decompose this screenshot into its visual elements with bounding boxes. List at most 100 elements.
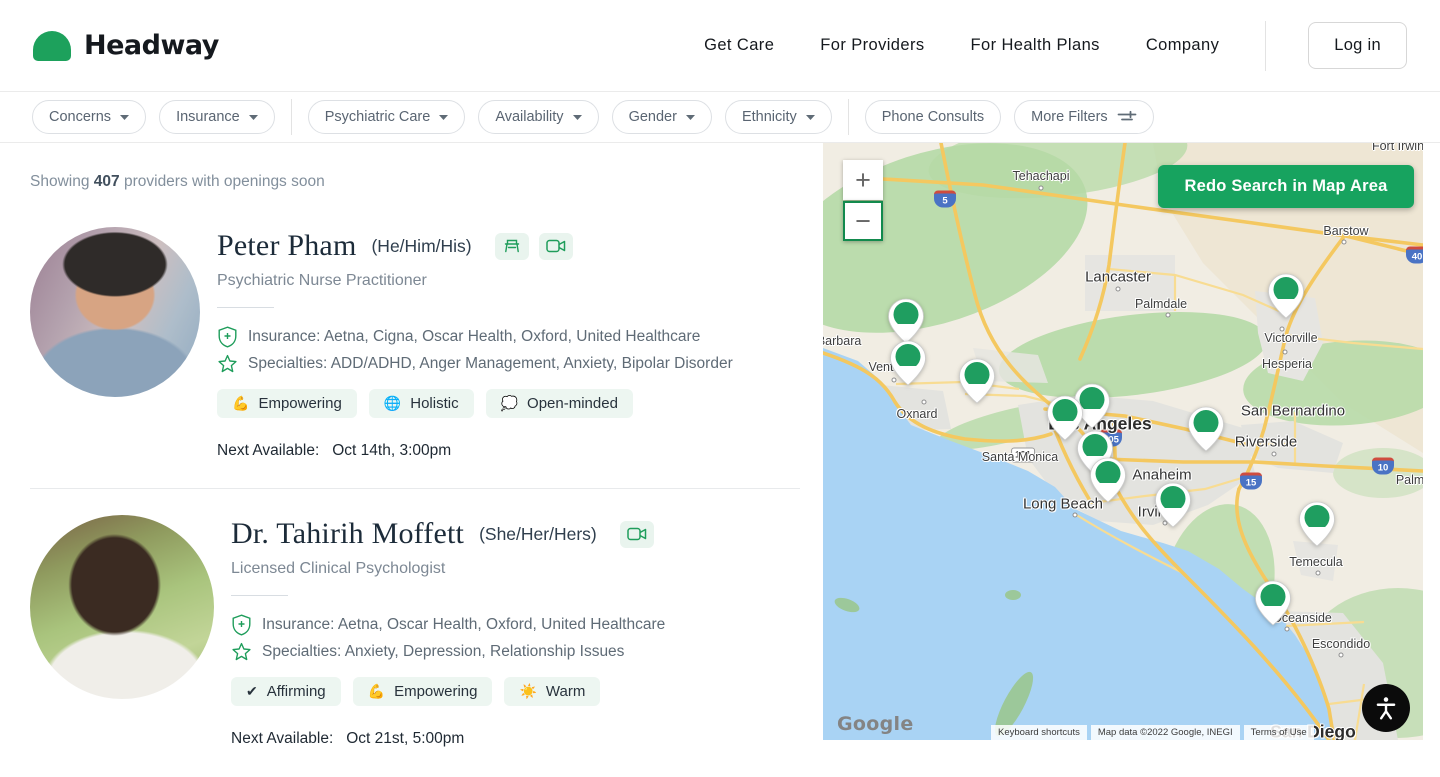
accessibility-person-icon: [1373, 695, 1399, 721]
results-summary: Showing 407 providers with openings soon: [30, 173, 823, 191]
zoom-out-button[interactable]: −: [843, 201, 883, 241]
session-badges: [620, 521, 654, 548]
zoom-in-button[interactable]: +: [843, 160, 883, 200]
headway-search-page: Headway Get Care For Providers For Healt…: [0, 0, 1440, 777]
provider-name-row: Peter Pham (He/Him/His): [217, 229, 733, 263]
city-dot: [1272, 452, 1277, 457]
city-label: Barstow: [1323, 224, 1368, 238]
provider-title: Psychiatric Nurse Practitioner: [217, 272, 733, 290]
provider-photo[interactable]: [30, 515, 214, 699]
city-label: Santa Barbara: [823, 334, 861, 348]
filter-concerns[interactable]: Concerns: [32, 100, 146, 134]
provider-card[interactable]: Peter Pham (He/Him/His): [30, 227, 823, 460]
tag-affirming: ✔Affirming: [231, 677, 341, 706]
chevron-down-icon: [249, 115, 258, 120]
map-data-credit: Map data ©2022 Google, INEGI: [1091, 725, 1240, 740]
filter-gender[interactable]: Gender: [612, 100, 712, 134]
results-count: 407: [94, 173, 120, 190]
chevron-down-icon: [573, 115, 582, 120]
headway-logo[interactable]: Headway: [33, 30, 219, 61]
tag-holistic: 🌐Holistic: [369, 389, 474, 418]
provider-map-pin[interactable]: [1254, 580, 1292, 626]
city-dot: [1316, 571, 1321, 576]
keyboard-shortcuts-link[interactable]: Keyboard shortcuts: [991, 725, 1087, 740]
filter-phone-consults[interactable]: Phone Consults: [865, 100, 1001, 134]
thought-balloon-emoji-icon: 💭: [501, 395, 518, 412]
filter-availability[interactable]: Availability: [478, 100, 598, 134]
personality-tags: 💪Empowering 🌐Holistic 💭Open-minded: [217, 389, 733, 418]
tag-empowering: 💪Empowering: [353, 677, 493, 706]
specialties-list: ADD/ADHD, Anger Management, Anxiety, Bip…: [331, 355, 733, 372]
provider-name[interactable]: Peter Pham: [217, 229, 356, 263]
provider-map-pin[interactable]: [958, 358, 996, 404]
login-button[interactable]: Log in: [1308, 22, 1407, 69]
filter-ethnicity[interactable]: Ethnicity: [725, 100, 832, 134]
map-panel[interactable]: 5401016051510Fort IrwinTehachapiBarstowL…: [823, 143, 1423, 740]
city-label: Hesperia: [1262, 357, 1312, 371]
terms-of-use-link[interactable]: Terms of Use: [1244, 725, 1314, 740]
check-emoji-icon: ✔: [246, 683, 258, 700]
headway-wordmark: Headway: [84, 30, 219, 61]
nav-for-health-plans[interactable]: For Health Plans: [971, 36, 1100, 55]
specialties-row: Specialties: Anxiety, Depression, Relati…: [231, 642, 665, 662]
provider-map-pin[interactable]: [1154, 482, 1192, 528]
city-dot: [1166, 313, 1171, 318]
in-person-session-badge[interactable]: [495, 233, 529, 260]
title-divider: [217, 307, 274, 308]
provider-map-pin[interactable]: [1298, 501, 1336, 547]
sliders-icon: [1117, 110, 1137, 124]
globe-emoji-icon: 🌐: [384, 395, 401, 412]
filter-more-filters[interactable]: More Filters: [1014, 100, 1154, 134]
accessibility-button[interactable]: [1362, 684, 1410, 732]
city-label: Lancaster: [1085, 269, 1151, 286]
nav-divider: [1265, 21, 1266, 71]
city-dot: [1039, 186, 1044, 191]
video-session-badge[interactable]: [539, 233, 573, 260]
insurance-row: Insurance: Aetna, Oscar Health, Oxford, …: [231, 614, 665, 636]
road-shield: 10: [1372, 458, 1394, 475]
filter-bar: Concerns Insurance Psychiatric Care Avai…: [0, 92, 1440, 143]
city-label: Temecula: [1289, 555, 1343, 569]
tag-open-minded: 💭Open-minded: [486, 389, 633, 418]
nav-for-providers[interactable]: For Providers: [820, 36, 924, 55]
session-badges: [495, 233, 573, 260]
video-session-badge[interactable]: [620, 521, 654, 548]
provider-map-pin[interactable]: [889, 340, 927, 386]
insurance-list: Aetna, Cigna, Oscar Health, Oxford, Unit…: [324, 328, 701, 345]
road-shield: 40: [1406, 247, 1423, 264]
star-icon: [217, 354, 238, 374]
title-divider: [231, 595, 288, 596]
provider-name[interactable]: Dr. Tahirih Moffett: [231, 517, 464, 551]
redo-search-button[interactable]: Redo Search in Map Area: [1158, 165, 1414, 208]
filter-insurance[interactable]: Insurance: [159, 100, 275, 134]
nav-company[interactable]: Company: [1146, 36, 1219, 55]
provider-map-pin[interactable]: [1089, 457, 1127, 503]
city-label: Fort Irwin: [1372, 143, 1423, 153]
muscle-emoji-icon: 💪: [232, 395, 249, 412]
city-dot: [1283, 350, 1288, 355]
filter-group-divider: [848, 99, 849, 135]
provider-name-row: Dr. Tahirih Moffett (She/Her/Hers): [231, 517, 665, 551]
city-dot: [1342, 240, 1347, 245]
city-dot: [1116, 287, 1121, 292]
headway-logo-icon: [33, 31, 71, 61]
video-camera-icon: [546, 239, 566, 253]
specialties-row: Specialties: ADD/ADHD, Anger Management,…: [217, 354, 733, 374]
provider-map-pin[interactable]: [1267, 273, 1305, 319]
filter-psychiatric-care[interactable]: Psychiatric Care: [308, 100, 466, 134]
provider-card[interactable]: Dr. Tahirih Moffett (She/Her/Hers) Licen…: [30, 515, 823, 748]
provider-info: Dr. Tahirih Moffett (She/Her/Hers) Licen…: [231, 515, 665, 748]
main-nav: Get Care For Providers For Health Plans …: [704, 36, 1219, 55]
nav-get-care[interactable]: Get Care: [704, 36, 774, 55]
provider-photo[interactable]: [30, 227, 200, 397]
provider-map-pin[interactable]: [1187, 406, 1225, 452]
provider-map-pin[interactable]: [887, 298, 925, 344]
shield-plus-icon: [217, 326, 238, 348]
city-dot: [1285, 627, 1290, 632]
chair-icon: [503, 238, 521, 254]
main-content: Showing 407 providers with openings soon…: [0, 143, 1440, 748]
city-label: Riverside: [1235, 434, 1298, 451]
city-dot: [1339, 653, 1344, 658]
road-shield: 5: [934, 191, 956, 208]
city-dot: [1073, 513, 1078, 518]
